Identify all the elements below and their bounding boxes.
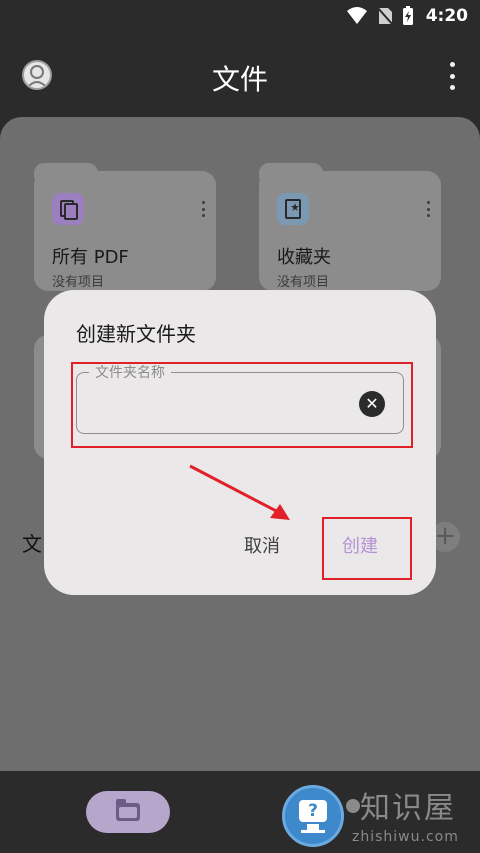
folder-icon bbox=[116, 799, 140, 821]
no-sim-icon bbox=[376, 6, 394, 26]
card-favorites[interactable]: 收藏夹 没有项目 bbox=[259, 163, 441, 291]
nav-files-button[interactable] bbox=[86, 791, 170, 833]
status-time: 4:20 bbox=[425, 6, 468, 26]
battery-charging-icon bbox=[403, 6, 413, 25]
app-bar: 文件 bbox=[0, 32, 480, 116]
help-badge: ? bbox=[282, 785, 344, 847]
bottom-nav: ? 知识屋 zhishiwu.com bbox=[0, 771, 480, 853]
card-subtitle: 没有项目 bbox=[277, 275, 330, 290]
status-icons bbox=[346, 6, 414, 26]
watermark-logo: 知识屋 bbox=[360, 791, 456, 826]
more-options-icon[interactable] bbox=[448, 62, 456, 90]
create-highlight-box bbox=[322, 517, 412, 580]
status-bar: 4:20 bbox=[0, 0, 480, 32]
pie-chart-icon bbox=[346, 799, 360, 813]
card-all-pdf[interactable]: 所有 PDF 没有项目 bbox=[34, 163, 216, 291]
input-highlight-box bbox=[71, 362, 413, 448]
page-title: 文件 bbox=[211, 63, 268, 96]
card-title: 收藏夹 bbox=[277, 247, 331, 268]
cancel-button[interactable]: 取消 bbox=[244, 532, 280, 558]
annotation-arrow-icon bbox=[189, 464, 290, 520]
card-more-icon[interactable] bbox=[202, 201, 206, 217]
pdf-files-icon bbox=[52, 193, 84, 225]
section-label: 文 bbox=[22, 532, 42, 556]
watermark-url: zhishiwu.com bbox=[352, 829, 459, 845]
help-monitor-icon: ? bbox=[299, 800, 327, 822]
star-file-icon bbox=[277, 193, 309, 225]
card-subtitle: 没有项目 bbox=[52, 275, 105, 290]
card-title: 所有 PDF bbox=[52, 247, 129, 268]
card-more-icon[interactable] bbox=[427, 201, 431, 217]
wifi-icon bbox=[347, 7, 367, 24]
dialog-title: 创建新文件夹 bbox=[76, 322, 196, 346]
